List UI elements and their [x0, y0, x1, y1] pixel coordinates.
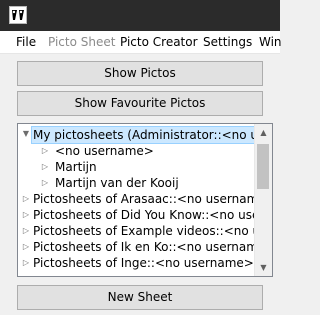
tree-row-label: Martijn: [55, 160, 97, 174]
tree-row-arasaac[interactable]: ▷ Pictosheets of Arasaac::<no username>: [18, 191, 272, 207]
tree-row-did-you-know[interactable]: ▷ Pictosheets of Did You Know::<no usern…: [18, 207, 272, 223]
show-favourite-pictos-button[interactable]: Show Favourite Pictos: [17, 91, 263, 116]
tree-row-label: Pictosheets of Ik en Ko::<no username>: [33, 240, 273, 254]
tree-row-martijn[interactable]: ▷ Martijn: [18, 159, 258, 175]
tree-row-example-videos[interactable]: ▷ Pictosheets of Example videos::<no use…: [18, 223, 272, 239]
chevron-right-icon[interactable]: ▷: [21, 207, 31, 223]
tree-row-label: My pictosheets (Administrator::<no usern…: [31, 126, 272, 144]
title-bar[interactable]: [0, 0, 280, 31]
tree-vertical-scrollbar[interactable]: ▲ ▼: [254, 124, 272, 276]
tree-row-inge[interactable]: ▷ Pictosheets of Inge::<no username>: [18, 255, 258, 271]
tree-row-no-username[interactable]: ▷ <no username>: [18, 143, 258, 159]
menu-file[interactable]: File: [16, 35, 36, 49]
tree-row-martijn-van-der-kooij[interactable]: ▷ Martijn van der Kooij: [18, 175, 258, 191]
menu-settings[interactable]: Settings: [203, 35, 252, 49]
chevron-right-icon[interactable]: ▷: [21, 191, 31, 207]
chevron-right-icon[interactable]: ▷: [40, 143, 50, 159]
menu-window[interactable]: Win: [259, 35, 282, 49]
menu-picto-sheet: Picto Sheet: [48, 35, 116, 49]
picto-app-icon[interactable]: [9, 6, 27, 24]
tree-row-label: Martijn van der Kooij: [55, 176, 179, 190]
tree-row-my-pictosheets[interactable]: ▼ My pictosheets (Administrator::<no use…: [18, 126, 272, 144]
chevron-right-icon[interactable]: ▷: [40, 175, 50, 191]
chevron-right-icon[interactable]: ▷: [21, 239, 31, 255]
chevron-right-icon[interactable]: ▷: [21, 223, 31, 239]
chevron-right-icon[interactable]: ▷: [21, 255, 31, 271]
tree-row-label: Pictosheets of Did You Know::<no usernam…: [33, 208, 272, 222]
tree-row-ik-en-ko[interactable]: ▷ Pictosheets of Ik en Ko::<no username>: [18, 239, 272, 255]
tree-row-label: <no username>: [55, 144, 154, 158]
scrollbar-thumb[interactable]: [257, 144, 269, 189]
scroll-down-arrow-icon[interactable]: ▼: [255, 259, 272, 276]
tree-row-label: Pictosheets of Example videos::<no usern…: [33, 224, 272, 238]
tree-row-label: Pictosheets of Inge::<no username>: [33, 256, 254, 270]
chevron-right-icon[interactable]: ▷: [40, 159, 50, 175]
menu-picto-creator[interactable]: Picto Creator: [120, 35, 198, 49]
show-pictos-button[interactable]: Show Pictos: [17, 61, 263, 86]
new-sheet-button[interactable]: New Sheet: [17, 285, 263, 310]
tree-row-label: Pictosheets of Arasaac::<no username>: [33, 192, 273, 206]
scroll-up-arrow-icon[interactable]: ▲: [255, 124, 272, 141]
chevron-down-icon[interactable]: ▼: [21, 126, 31, 142]
pictosheet-tree[interactable]: ▼ My pictosheets (Administrator::<no use…: [17, 123, 273, 277]
menu-bar: File Picto Sheet Picto Creator Settings …: [0, 31, 282, 54]
